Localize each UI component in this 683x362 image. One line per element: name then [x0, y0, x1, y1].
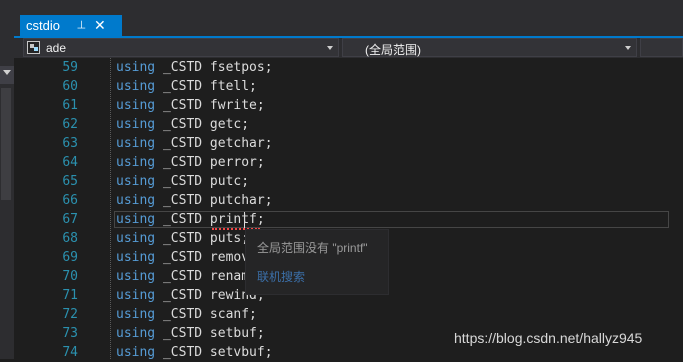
- dropdown-button[interactable]: [0, 66, 14, 84]
- error-tooltip: 全局范围没有 "printf" 联机搜索: [245, 229, 389, 295]
- keyword: using: [116, 60, 156, 75]
- code-text: using _CSTD rewind;: [116, 286, 265, 305]
- project-dropdown[interactable]: ade: [23, 38, 339, 57]
- code-line[interactable]: 66 using _CSTD putchar;: [14, 191, 683, 210]
- code-line[interactable]: 61 using _CSTD fwrite;: [14, 96, 683, 115]
- code-text: using _CSTD putchar;: [116, 191, 273, 210]
- statement: _CSTD putchar;: [155, 193, 273, 208]
- line-number: 61: [62, 98, 78, 113]
- code-text: using _CSTD getc;: [116, 115, 249, 134]
- keyword: using: [116, 193, 156, 208]
- line-number: 66: [62, 193, 78, 208]
- line-number: 71: [62, 288, 78, 303]
- code-text: using _CSTD putc;: [116, 172, 249, 191]
- watermark: https://blog.csdn.net/hallyz945: [454, 330, 643, 346]
- statement: _CSTD setbuf;: [155, 326, 265, 341]
- keyword: using: [116, 174, 156, 189]
- code-line[interactable]: 60 using _CSTD ftell;: [14, 77, 683, 96]
- line-number: 74: [62, 345, 78, 360]
- close-icon[interactable]: ✕: [94, 17, 106, 34]
- chevron-down-icon: [3, 70, 11, 75]
- code-text: using _CSTD rename;: [116, 267, 265, 286]
- text-caret: [244, 212, 245, 228]
- keyword: using: [116, 326, 156, 341]
- pin-icon[interactable]: ⊣: [74, 20, 87, 30]
- chevron-down-icon: [625, 46, 631, 50]
- chevron-down-icon: [327, 46, 333, 50]
- line-number: 67: [62, 212, 78, 227]
- keyword: using: [116, 155, 156, 170]
- keyword: using: [116, 79, 156, 94]
- scope-label: (全局范围): [365, 43, 421, 57]
- scrollbar-thumb[interactable]: [1, 88, 11, 200]
- keyword: using: [116, 136, 156, 151]
- code-text: using _CSTD getchar;: [116, 134, 273, 153]
- line-number: 65: [62, 174, 78, 189]
- statement: _CSTD getchar;: [155, 136, 273, 151]
- line-number: 60: [62, 79, 78, 94]
- keyword: using: [116, 250, 156, 265]
- project-label: ade: [46, 41, 67, 55]
- line-number: 64: [62, 155, 78, 170]
- code-line[interactable]: 63 using _CSTD getchar;: [14, 134, 683, 153]
- keyword: using: [116, 307, 156, 322]
- statement: _CSTD setvbuf;: [155, 345, 273, 360]
- statement: _CSTD fwrite;: [155, 98, 265, 113]
- code-line[interactable]: 72 using _CSTD scanf;: [14, 305, 683, 324]
- line-number: 69: [62, 250, 78, 265]
- code-line[interactable]: 59 using _CSTD fsetpos;: [14, 58, 683, 77]
- code-line[interactable]: 67 using _CSTD printf;: [14, 210, 683, 230]
- solution-explorer-edge: [0, 0, 14, 359]
- member-dropdown[interactable]: [640, 38, 683, 57]
- code-text: using _CSTD ftell;: [116, 77, 257, 96]
- code-text: using _CSTD puts;: [116, 229, 249, 248]
- keyword: using: [116, 98, 156, 113]
- line-number: 59: [62, 60, 78, 75]
- tab-title: cstdio: [26, 18, 60, 33]
- keyword: using: [116, 212, 156, 227]
- line-number: 68: [62, 231, 78, 246]
- line-number: 63: [62, 136, 78, 151]
- statement: _CSTD perror;: [155, 155, 265, 170]
- code-text: using _CSTD setbuf;: [116, 324, 265, 343]
- line-number: 73: [62, 326, 78, 341]
- code-line[interactable]: 65 using _CSTD putc;: [14, 172, 683, 191]
- statement: _CSTD putc;: [155, 174, 250, 189]
- keyword: using: [116, 288, 156, 303]
- code-text: using _CSTD scanf;: [116, 305, 257, 324]
- statement: _CSTD ftell;: [155, 79, 257, 94]
- statement: _CSTD getc;: [155, 117, 250, 132]
- code-line[interactable]: 62 using _CSTD getc;: [14, 115, 683, 134]
- line-number: 70: [62, 269, 78, 284]
- document-tab-strip: cstdio ⊣ ✕: [14, 0, 683, 37]
- code-text: using _CSTD setvbuf;: [116, 343, 273, 362]
- line-number: 72: [62, 307, 78, 322]
- code-text: using _CSTD fsetpos;: [116, 58, 273, 77]
- statement: _CSTD fsetpos;: [155, 60, 273, 75]
- code-line[interactable]: 64 using _CSTD perror;: [14, 153, 683, 172]
- search-online-link[interactable]: 联机搜索: [257, 268, 305, 285]
- line-number: 62: [62, 117, 78, 132]
- keyword: using: [116, 117, 156, 132]
- tooltip-message: 全局范围没有 "printf": [257, 241, 368, 255]
- code-editor[interactable]: 59 using _CSTD fsetpos; 60 using _CSTD ftel…: [14, 58, 683, 362]
- code-text: using _CSTD fwrite;: [116, 96, 265, 115]
- keyword: using: [116, 231, 156, 246]
- project-icon: [27, 41, 40, 54]
- statement: _CSTD puts;: [155, 231, 250, 246]
- navigation-bar: ade (全局范围): [14, 38, 683, 58]
- scope-dropdown[interactable]: (全局范围): [342, 38, 637, 57]
- keyword: using: [116, 269, 156, 284]
- statement: _CSTD scanf;: [155, 307, 257, 322]
- code-text: using _CSTD perror;: [116, 153, 265, 172]
- code-text: using _CSTD remove;: [116, 248, 265, 267]
- tab-cstdio[interactable]: cstdio ⊣ ✕: [20, 15, 122, 37]
- keyword: using: [116, 345, 156, 360]
